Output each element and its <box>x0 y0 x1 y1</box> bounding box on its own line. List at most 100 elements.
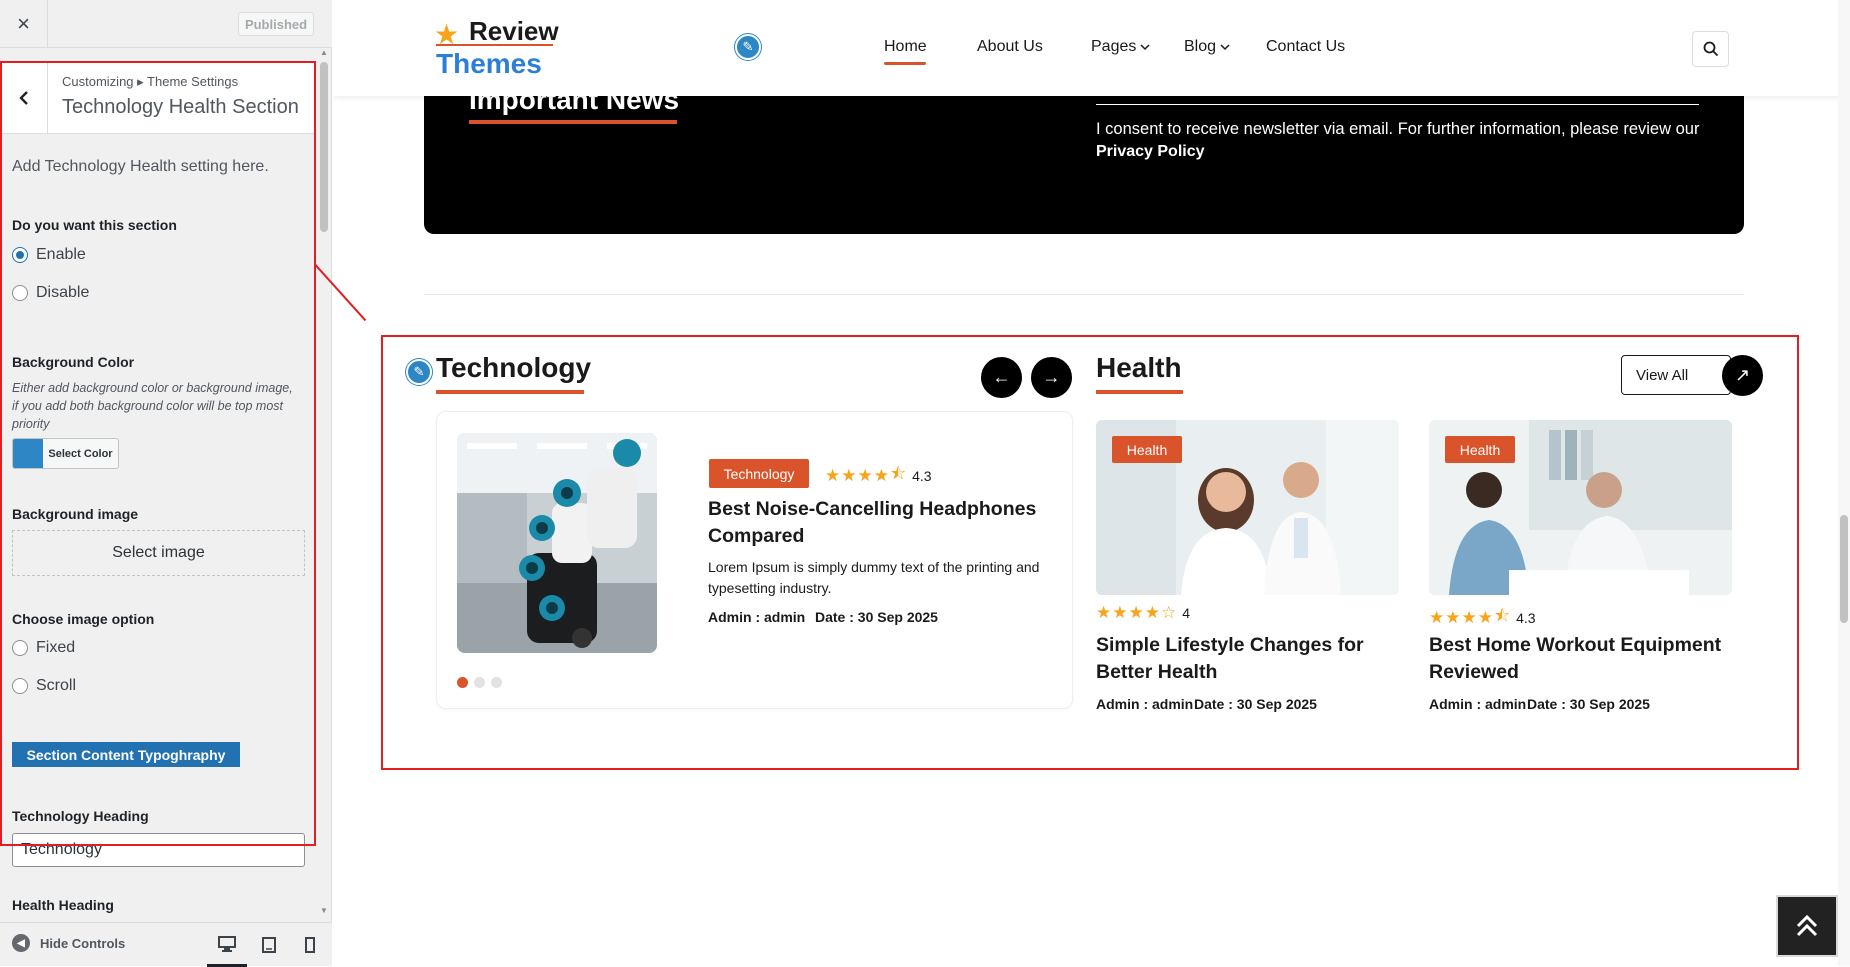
mobile-preview-button[interactable] <box>290 923 330 967</box>
color-swatch <box>13 439 43 468</box>
radio-selected-icon <box>12 247 28 263</box>
rating-stars: ★ ★ ★ ★ ☆ 4 <box>1096 603 1190 623</box>
section-description: Add Technology Health setting here. <box>12 158 269 175</box>
slider-dot[interactable] <box>474 677 485 688</box>
customizer-footer: ◀ Hide Controls <box>0 922 332 967</box>
radio-scroll-label: Scroll <box>36 677 77 694</box>
desktop-preview-button[interactable] <box>207 923 247 967</box>
section-header: Customizing ▸ Theme Settings Technology … <box>0 62 314 134</box>
rating-stars: ★ ★ ★ ★ ⯪ 4.3 <box>825 461 932 490</box>
desktop-icon <box>218 935 236 952</box>
search-icon <box>1703 41 1718 57</box>
post-title[interactable]: Simple Lifestyle Changes for Better Heal… <box>1096 632 1406 686</box>
post-author: Admin : admin <box>1429 696 1527 712</box>
breadcrumb: Customizing ▸ Theme Settings <box>62 74 239 89</box>
nav-active-underline <box>884 62 926 65</box>
rating-value: 4 <box>1182 605 1191 621</box>
star-full-icon: ★ <box>1128 603 1144 622</box>
star-half-icon: ⯪ <box>1494 606 1511 625</box>
section-title: Technology Health Section <box>62 96 299 118</box>
back-to-top-button[interactable] <box>1776 895 1838 957</box>
technology-heading-label: Technology Heading <box>12 808 149 824</box>
category-tag[interactable]: Health <box>1445 436 1515 463</box>
health-heading-underline <box>1096 390 1183 394</box>
robot-arm-image[interactable] <box>457 433 657 653</box>
radio-enable[interactable]: Enable <box>12 246 86 264</box>
hide-controls-label: Hide Controls <box>40 935 126 951</box>
post-author: Admin : admin <box>708 609 806 625</box>
post-description: Lorem Ipsum is simply dummy text of the … <box>708 559 1040 596</box>
select-image-button[interactable]: Select image <box>12 530 305 576</box>
scroll-up-icon[interactable]: ▲ <box>319 48 329 57</box>
search-button[interactable] <box>1692 31 1729 67</box>
site-preview: Important News I consent to receive news… <box>333 0 1850 966</box>
nav-contact[interactable]: Contact Us <box>1266 38 1345 56</box>
category-tag[interactable]: Technology <box>709 459 809 488</box>
slider-prev-button[interactable]: ← <box>981 357 1022 398</box>
sidebar-scroll-thumb[interactable] <box>320 62 328 232</box>
post-date: Date : 30 Sep 2025 <box>1194 696 1317 712</box>
privacy-policy-link[interactable]: Privacy Policy <box>1096 143 1205 161</box>
slider-next-button[interactable]: → <box>1031 357 1072 398</box>
technology-heading-input[interactable] <box>12 833 305 867</box>
customizer-top-bar: × Published <box>0 0 332 48</box>
arrow-left-icon: ← <box>992 367 1011 387</box>
post-title[interactable]: Best Noise-Cancelling Headphones Compare… <box>708 496 1038 550</box>
collapse-icon: ◀ <box>12 934 30 952</box>
hide-controls-button[interactable]: ◀ Hide Controls <box>12 934 125 952</box>
technology-heading: Technology <box>436 352 592 383</box>
back-button[interactable] <box>0 62 48 134</box>
technology-heading-underline <box>436 390 584 394</box>
star-full-icon: ★ <box>841 465 857 485</box>
view-all-button[interactable]: View All <box>1621 355 1731 395</box>
logo-text-themes[interactable]: Themes <box>436 48 542 80</box>
select-color-button[interactable]: Select Color <box>12 438 119 469</box>
post-title[interactable]: Best Home Workout Equipment Reviewed <box>1429 632 1739 686</box>
section-typography-button[interactable]: Section Content Typoghraphy <box>12 742 240 767</box>
nav-home-label: Home <box>884 38 927 55</box>
star-full-icon: ★ <box>1429 607 1445 627</box>
star-full-icon: ★ <box>1461 607 1477 627</box>
edit-pencil-icon[interactable]: ✎ <box>406 359 432 385</box>
logo-text-review[interactable]: Review <box>469 16 559 47</box>
nav-blog-label: Blog <box>1184 38 1217 55</box>
tablet-preview-button[interactable] <box>249 923 289 967</box>
radio-fixed[interactable]: Fixed <box>12 639 75 657</box>
nav-about-label: About Us <box>977 38 1043 55</box>
arrow-up-right-icon[interactable]: ↗ <box>1722 355 1763 396</box>
nav-blog[interactable]: Blog <box>1184 38 1230 56</box>
newsletter-section: Important News I consent to receive news… <box>424 84 1744 234</box>
background-image-label: Background image <box>12 506 139 522</box>
star-logo-icon: ★ <box>434 19 460 50</box>
star-full-icon: ★ <box>825 465 841 485</box>
preview-scrollbar[interactable] <box>1838 0 1850 966</box>
slider-dot-active[interactable] <box>457 677 468 688</box>
rating-value: 4.3 <box>1516 609 1536 626</box>
edit-pencil-icon[interactable]: ✎ <box>735 34 761 60</box>
radio-disable[interactable]: Disable <box>12 284 89 302</box>
preview-scroll-thumb[interactable] <box>1840 515 1848 623</box>
technology-post-card[interactable]: Technology ★ ★ ★ ★ ⯪ 4.3 Best Noise-Cancelli… <box>436 411 1073 709</box>
star-full-icon: ★ <box>873 465 889 485</box>
star-empty-icon: ☆ <box>1161 603 1177 622</box>
rating-stars: ★ ★ ★ ★ ⯪ 4.3 <box>1429 603 1536 632</box>
radio-unselected-icon <box>12 640 28 656</box>
category-tag[interactable]: Health <box>1112 436 1182 463</box>
background-color-label: Background Color <box>12 354 135 370</box>
published-button[interactable]: Published <box>238 12 314 36</box>
arrow-right-icon: → <box>1042 367 1061 387</box>
scroll-down-icon[interactable]: ▼ <box>319 906 329 915</box>
nav-pages[interactable]: Pages <box>1091 38 1150 56</box>
double-chevron-up-icon <box>1796 914 1818 937</box>
newsletter-input-line[interactable] <box>1096 104 1699 105</box>
nav-contact-label: Contact Us <box>1266 38 1346 55</box>
nav-about[interactable]: About Us <box>977 38 1043 56</box>
chevron-down-icon <box>1140 44 1150 51</box>
close-customizer-button[interactable]: × <box>0 0 48 48</box>
chevron-down-icon <box>1220 44 1230 51</box>
slider-dot[interactable] <box>491 677 502 688</box>
radio-scroll[interactable]: Scroll <box>12 677 76 695</box>
newsletter-title-underline <box>469 120 677 124</box>
nav-home[interactable]: Home <box>884 38 927 56</box>
post-date: Date : 30 Sep 2025 <box>815 609 938 625</box>
